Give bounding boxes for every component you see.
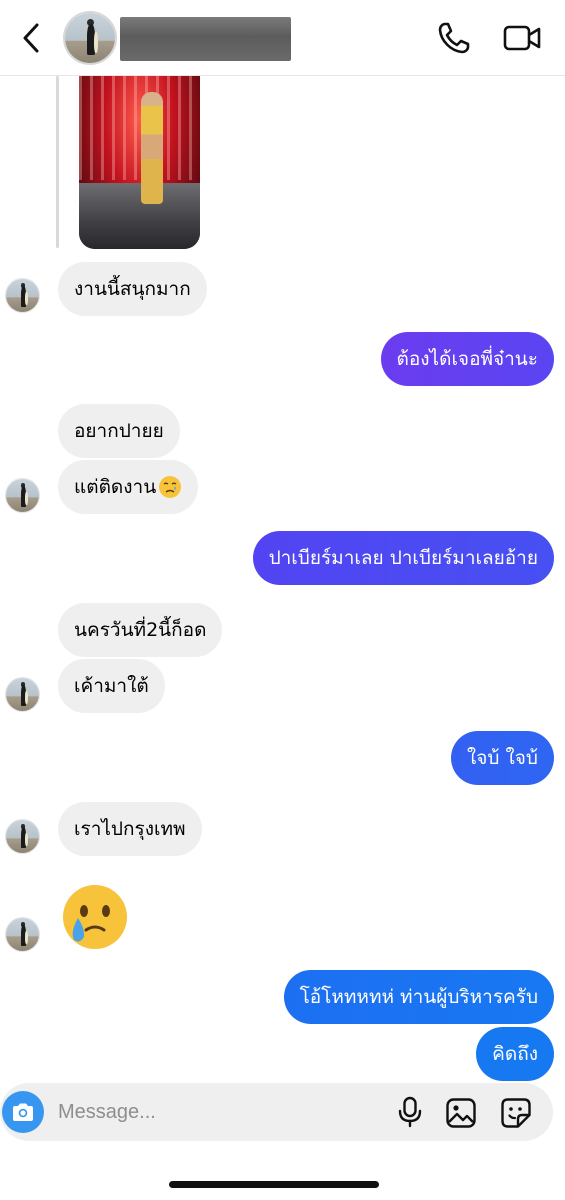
message-bubble-outgoing[interactable]: โอ้โหทหทห่ ท่านผู้บริหารครับ [283,970,554,1024]
camera-icon [13,1103,33,1121]
contact-avatar[interactable] [63,11,117,65]
contact-name-redacted[interactable] [120,17,291,61]
crying-face-icon [159,476,182,498]
video-camera-icon [503,25,541,51]
gallery-button[interactable] [445,1097,477,1129]
message-bubble-incoming[interactable]: เค้ามาใต้ [58,659,165,713]
message-composer [0,1083,553,1141]
sticker-button[interactable] [500,1097,532,1129]
message-bubble-outgoing[interactable]: ใจบ้ ใจบ้ [451,731,554,785]
sender-avatar[interactable] [5,819,40,854]
video-call-button[interactable] [502,20,542,56]
back-button[interactable] [14,18,48,58]
chevron-left-icon [23,23,39,53]
reply-indicator-line [56,76,59,248]
microphone-icon [398,1096,422,1128]
home-indicator [169,1181,379,1188]
message-bubble-outgoing[interactable]: ปาเบียร์มาเลย ปาเบียร์มาเลยอ้าย [252,531,554,585]
face-holding-back-tears-icon[interactable] [60,882,130,952]
sender-avatar[interactable] [5,917,40,952]
sender-avatar[interactable] [5,278,40,313]
voice-message-button[interactable] [395,1096,425,1128]
message-thread[interactable]: งานนี้สนุกมาก ต้องได้เจอพี่จ๋านะ อยากปาย… [0,76,565,1081]
phone-icon [438,22,470,54]
message-bubble-incoming[interactable]: แต่ติดงาน [58,460,199,514]
sender-avatar[interactable] [5,478,40,513]
sticker-icon [501,1098,531,1128]
message-bubble-incoming[interactable]: นครวันที่2นี้ก็อด [58,603,223,657]
chat-header [0,0,565,76]
message-bubble-outgoing[interactable]: คิดถึง [476,1027,554,1081]
audio-call-button[interactable] [436,20,472,56]
shared-concert-photo[interactable] [79,76,200,249]
message-text: แต่ติดงาน [74,476,157,498]
camera-button[interactable] [2,1091,44,1133]
message-bubble-outgoing[interactable]: ต้องได้เจอพี่จ๋านะ [380,332,554,386]
image-icon [446,1098,476,1128]
message-bubble-incoming[interactable]: งานนี้สนุกมาก [58,262,207,316]
sender-avatar[interactable] [5,677,40,712]
message-bubble-incoming[interactable]: เราไปกรุงเทพ [58,802,202,856]
message-input[interactable] [58,1097,358,1127]
message-bubble-incoming[interactable]: อยากปายย [58,404,180,458]
